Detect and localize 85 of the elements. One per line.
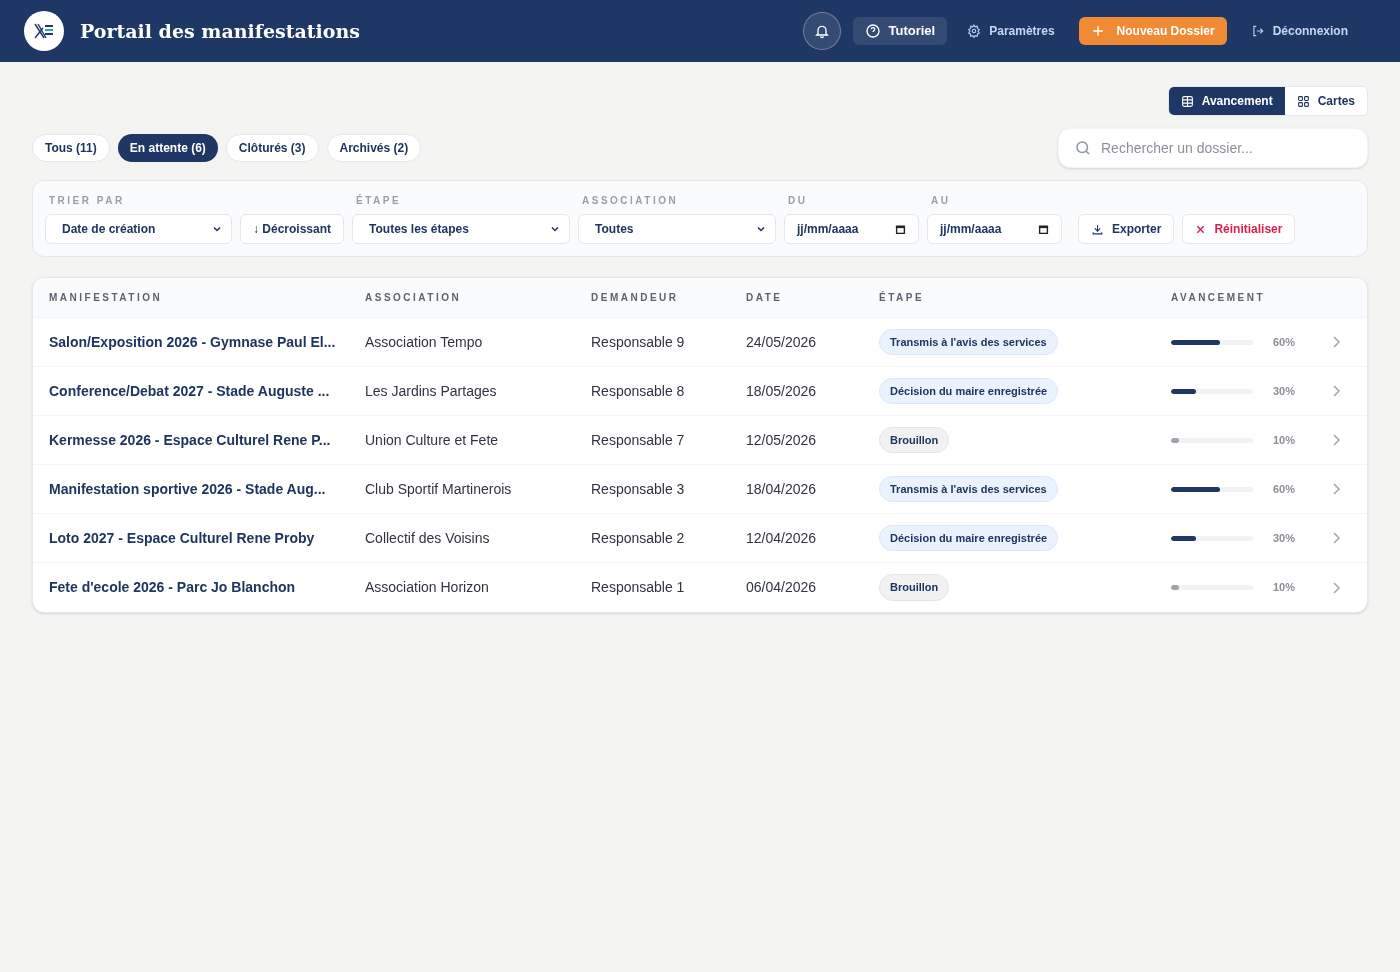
- view-tab[interactable]: Avancement: [1168, 87, 1285, 115]
- help-icon: [864, 23, 881, 39]
- close-icon: [1195, 223, 1207, 235]
- calendar-icon: [1038, 223, 1050, 235]
- table-cell-text: Responsable 3: [591, 479, 686, 499]
- stage-badge: Brouillon: [879, 426, 950, 454]
- table-cell-text: Les Jardins Partages: [365, 381, 498, 401]
- table-cell-text: Association Tempo: [365, 332, 484, 352]
- event-link[interactable]: Conference/Debat 2027 - Stade Auguste ...: [49, 380, 365, 402]
- progress-percent: 60%: [1271, 334, 1295, 350]
- chevron-right-icon[interactable]: [1331, 434, 1341, 446]
- app-title: Portail des manifestations: [80, 18, 360, 44]
- chevron-right-icon[interactable]: [1331, 581, 1341, 594]
- export-button[interactable]: Exporter: [1078, 214, 1175, 244]
- table-cell-text: Club Sportif Martinerois: [365, 479, 513, 499]
- table-cell-text: 12/04/2026: [746, 528, 818, 548]
- filter-label: TRIER PAR: [48, 194, 126, 208]
- download-icon: [1091, 222, 1105, 236]
- association-select[interactable]: Toutes: [578, 214, 777, 244]
- table-cell-text: 06/04/2026: [746, 578, 818, 597]
- sort-select[interactable]: Date de création: [45, 214, 232, 244]
- reset-button[interactable]: Réinitialiser: [1182, 214, 1296, 244]
- settings-icon: [967, 24, 982, 38]
- table-cell-text: 12/05/2026: [746, 430, 818, 450]
- stage-badge: Décision du maire enregistrée: [879, 377, 1059, 405]
- filter-label: DU: [787, 194, 809, 208]
- table-cell-text: Collectif des Voisins: [365, 528, 491, 548]
- filter-tab[interactable]: Clôturés (3): [225, 134, 319, 162]
- event-link[interactable]: Kermesse 2026 - Espace Culturel Rene P...: [49, 429, 365, 451]
- tutorial-button[interactable]: Tutoriel: [852, 17, 948, 45]
- table-cell-text: Association Horizon: [365, 578, 490, 597]
- table-cell-text: Responsable 2: [591, 528, 686, 548]
- event-link[interactable]: Loto 2027 - Espace Culturel Rene Proby: [49, 527, 365, 549]
- column-header: ÉTAPE: [879, 290, 926, 305]
- table-cell-text: Responsable 7: [591, 430, 686, 450]
- filter-label: ASSOCIATION: [581, 194, 680, 208]
- date-field[interactable]: jj/mm/aaaa: [927, 214, 1063, 244]
- table-cell-text: Responsable 9: [591, 332, 686, 352]
- chevron-right-icon[interactable]: [1331, 532, 1341, 544]
- chevron-right-icon[interactable]: [1331, 483, 1341, 495]
- column-header: DEMANDEUR: [591, 291, 680, 305]
- progress-percent: 10%: [1271, 580, 1295, 596]
- filter-tab[interactable]: En attente (6): [117, 134, 218, 162]
- stage-badge: Transmis à l'avis des services: [879, 475, 1058, 503]
- table-cell-text: 24/05/2026: [746, 332, 818, 352]
- filter-tab[interactable]: Tous (11): [32, 134, 110, 162]
- table-cell-text: 18/04/2026: [746, 479, 818, 499]
- chevron-right-icon[interactable]: [1331, 336, 1341, 348]
- table-cell-text: Responsable 8: [591, 381, 686, 401]
- filter-label: ÉTAPE: [355, 193, 403, 208]
- logo-icon: [24, 11, 64, 51]
- filter-tab[interactable]: Archivés (2): [326, 134, 422, 162]
- bell-icon: [813, 23, 830, 39]
- settings-button[interactable]: Paramètres: [955, 17, 1067, 45]
- stage-badge: Décision du maire enregistrée: [879, 524, 1059, 552]
- plus-icon: [1090, 24, 1105, 38]
- column-header: AVANCEMENT: [1171, 291, 1267, 305]
- progress-percent: 60%: [1271, 481, 1295, 497]
- stage-badge: Brouillon: [879, 574, 950, 601]
- logout-icon: [1250, 24, 1265, 38]
- progress-percent: 30%: [1271, 383, 1295, 399]
- table-cell-text: Union Culture et Fete: [365, 430, 500, 450]
- search-field[interactable]: Rechercher un dossier...: [1058, 128, 1368, 168]
- grid-icon: [1296, 94, 1310, 108]
- stage-badge: Transmis à l'avis des services: [879, 328, 1058, 356]
- notification-button[interactable]: [802, 12, 841, 50]
- event-link[interactable]: Fete d'ecole 2026 - Parc Jo Blanchon: [49, 577, 365, 598]
- table-cell-text: 18/05/2026: [746, 381, 818, 401]
- event-link[interactable]: Manifestation sportive 2026 - Stade Aug...: [49, 478, 365, 500]
- column-header: ASSOCIATION: [365, 291, 463, 305]
- progress-percent: 10%: [1271, 432, 1295, 448]
- search-icon: [1074, 139, 1092, 157]
- event-link[interactable]: Salon/Exposition 2026 - Gymnase Paul El...: [49, 331, 365, 353]
- column-header: DATE: [746, 291, 784, 305]
- progress-percent: 30%: [1271, 530, 1295, 546]
- logout-button[interactable]: Déconnexion: [1238, 17, 1360, 45]
- date-field[interactable]: jj/mm/aaaa: [784, 214, 920, 244]
- column-header: MANIFESTATION: [49, 291, 164, 305]
- stage-select[interactable]: Toutes les étapes: [352, 214, 571, 244]
- filter-label: AU: [930, 194, 952, 208]
- chevron-right-icon[interactable]: [1331, 385, 1341, 397]
- calendar-icon: [895, 223, 907, 235]
- table-icon: [1180, 94, 1194, 108]
- sort-order-button[interactable]: ↓ Décroissant: [240, 214, 345, 244]
- table-cell-text: Responsable 1: [591, 578, 686, 597]
